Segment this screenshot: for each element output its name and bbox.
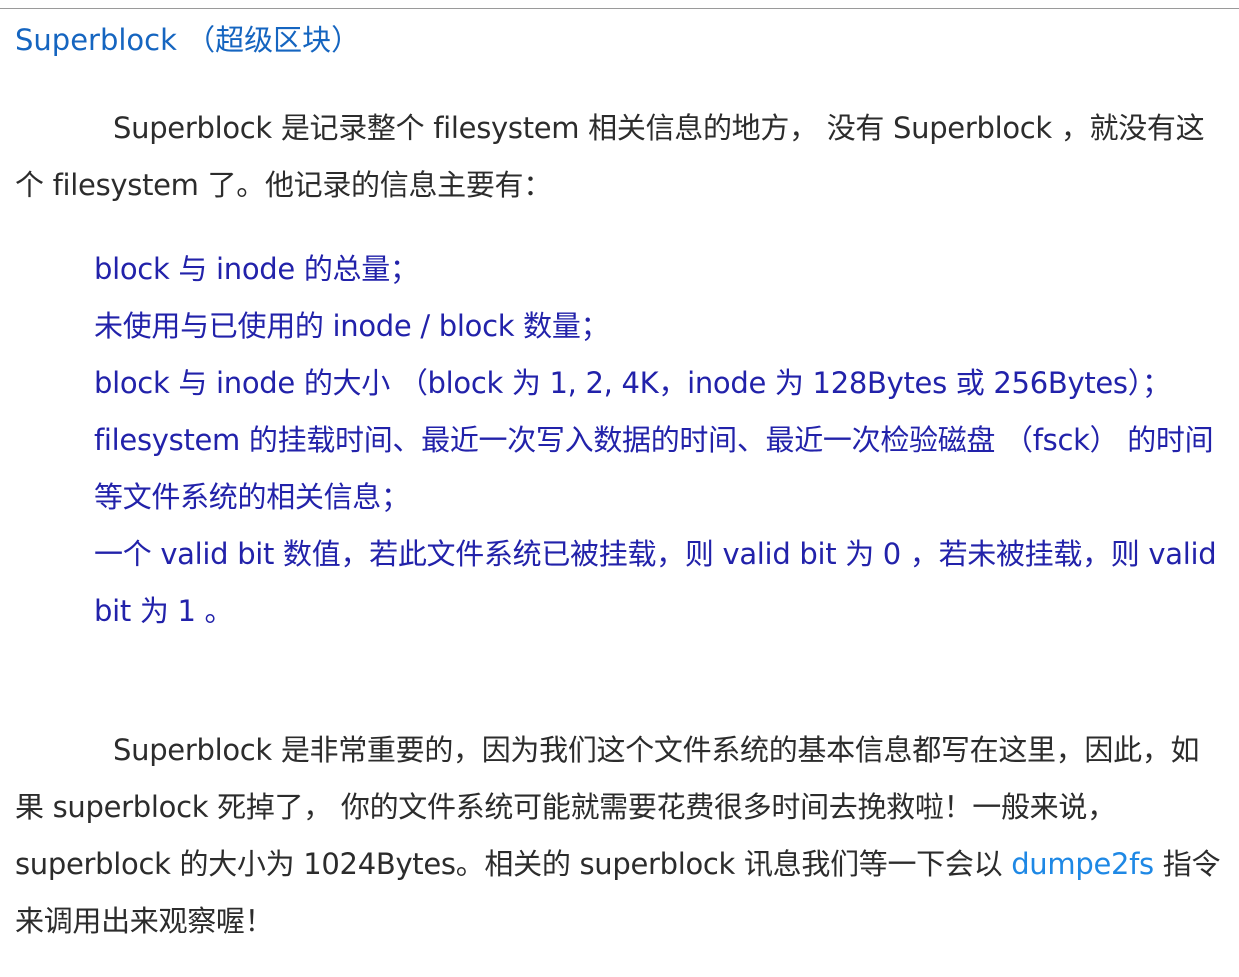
dumpe2fs-link[interactable]: dumpe2fs [1011, 847, 1154, 881]
list-item: 一个 valid bit 数值，若此文件系统已被挂载，则 valid bit 为… [94, 537, 1217, 628]
section-heading: Superblock （超级区块） [15, 23, 361, 57]
superblock-info-list: block 与 inode 的总量； 未使用与已使用的 inode / bloc… [94, 241, 1224, 640]
list-item: block 与 inode 的总量； [94, 252, 419, 286]
intro-paragraph-text: Superblock 是记录整个 filesystem 相关信息的地方， 没有 … [15, 111, 1205, 202]
list-item: block 与 inode 的大小 （block 为 1, 2, 4K，inod… [94, 366, 1171, 400]
top-divider [0, 8, 1239, 9]
list-item: filesystem 的挂载时间、最近一次写入数据的时间、最近一次检验磁盘 （f… [94, 423, 1214, 514]
importance-paragraph: Superblock 是非常重要的，因为我们这个文件系统的基本信息都写在这里，因… [15, 722, 1225, 950]
list-item: 未使用与已使用的 inode / block 数量； [94, 309, 610, 343]
intro-paragraph: Superblock 是记录整个 filesystem 相关信息的地方， 没有 … [15, 100, 1225, 214]
